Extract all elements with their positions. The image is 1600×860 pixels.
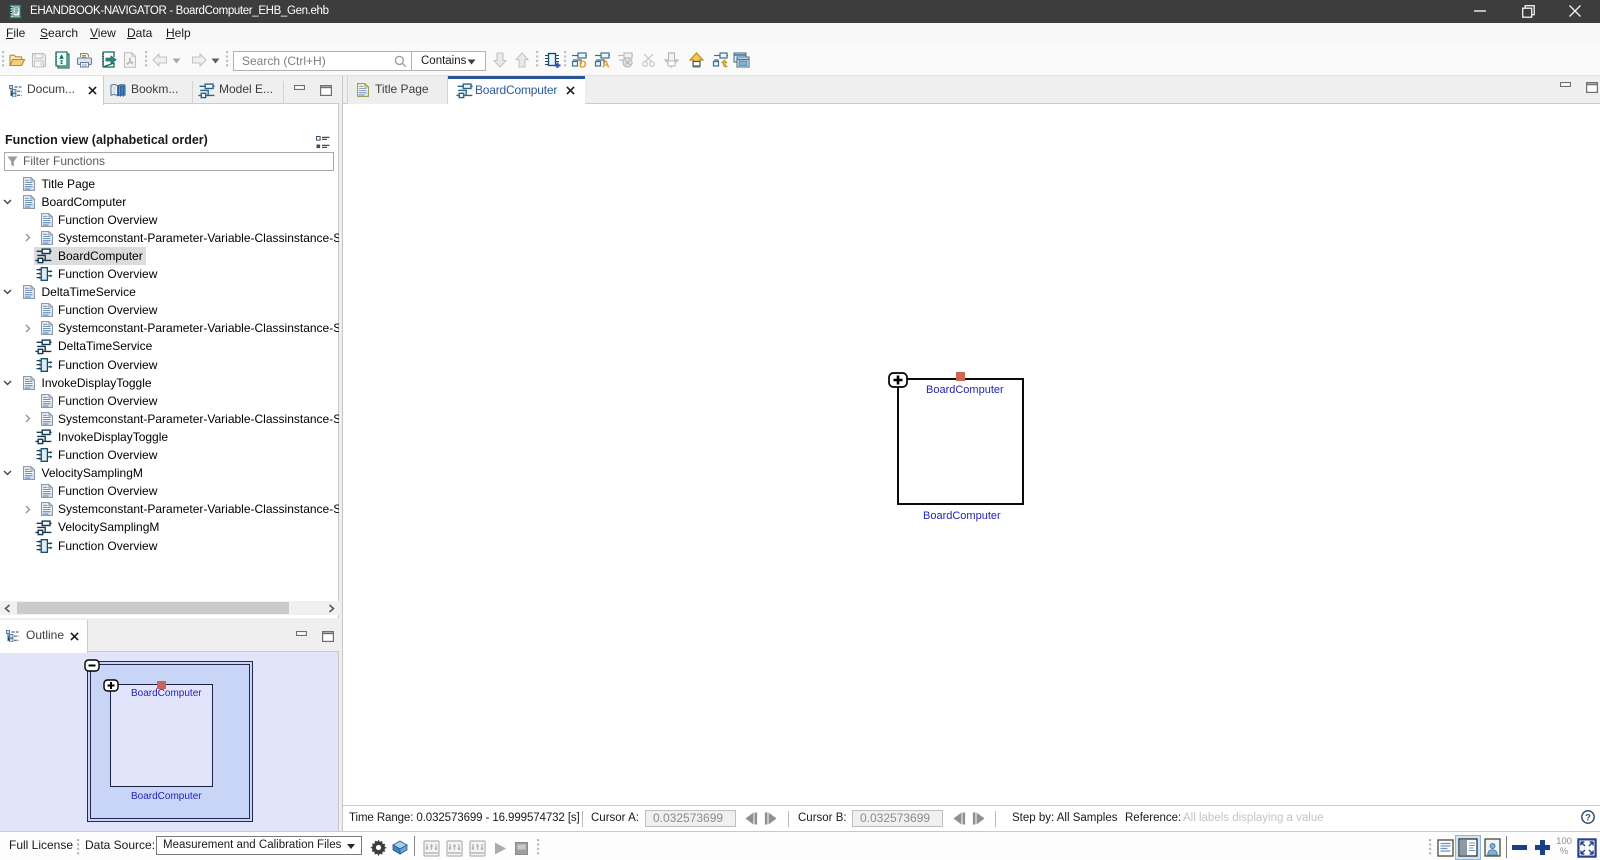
svg-text:A: A	[602, 59, 610, 69]
svg-text:?: ?	[1585, 813, 1591, 824]
svg-text:D: D	[579, 59, 587, 69]
